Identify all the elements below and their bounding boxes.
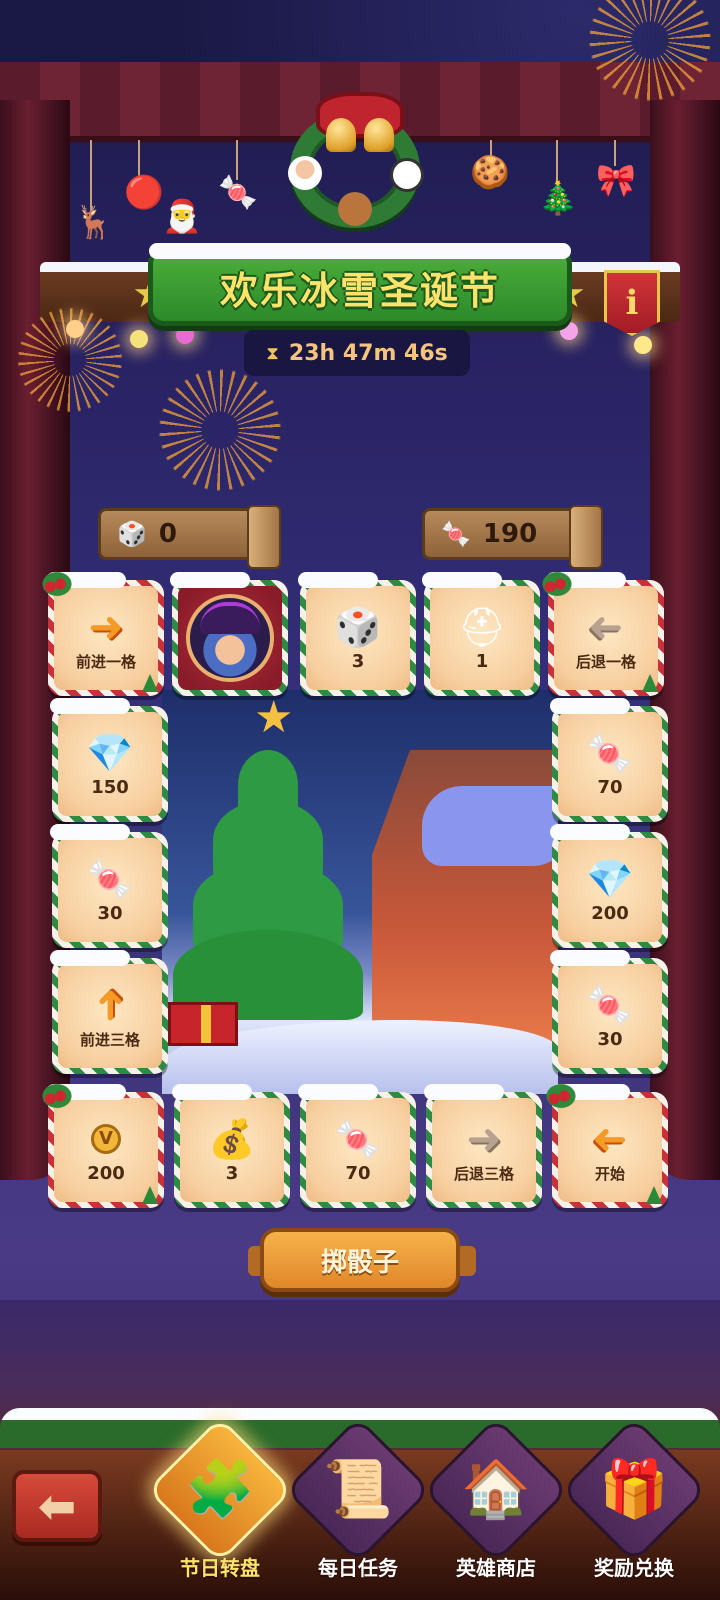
board-tile-player bbox=[170, 572, 288, 696]
candy-cane-icon: 🍬 bbox=[441, 520, 471, 548]
tile-label: 150 bbox=[91, 776, 129, 798]
event-title: 欢乐冰雪圣诞节 bbox=[219, 268, 500, 313]
candy-cane-ornament-icon: 🍬 bbox=[218, 173, 258, 211]
board-tile: ⛑ 1 bbox=[422, 572, 540, 696]
board-tile: 🍬 70 bbox=[550, 698, 668, 822]
holly-icon bbox=[40, 1082, 74, 1110]
gift-box-icon: 🎁 bbox=[560, 1416, 708, 1564]
tile-label: 后退三格 bbox=[453, 1164, 514, 1183]
tile-label: 200 bbox=[591, 902, 629, 924]
tile-label: 3 bbox=[225, 1162, 239, 1184]
tile-label: 开始 bbox=[594, 1164, 625, 1183]
board-tile: 💎 200 bbox=[550, 824, 668, 948]
tree-ornament-icon: 🎄 bbox=[538, 179, 578, 217]
info-icon: i bbox=[625, 283, 639, 323]
reindeer-face-icon bbox=[338, 192, 372, 226]
nav-daily-quests[interactable]: 📜 每日任务 bbox=[284, 1416, 432, 1588]
bell-icon bbox=[326, 118, 356, 152]
tile-label: 70 bbox=[345, 1162, 371, 1184]
mini-tree-icon bbox=[142, 1186, 158, 1204]
back-button[interactable]: ⬅ bbox=[12, 1470, 102, 1542]
candy-cane-icon: 🍬 bbox=[86, 856, 134, 901]
tile-label: 30 bbox=[97, 902, 123, 924]
dice-count: 0 bbox=[158, 519, 177, 549]
board-tile: 🍬 30 bbox=[550, 950, 668, 1074]
candy-count: 190 bbox=[482, 519, 538, 549]
bell-icon bbox=[364, 118, 394, 152]
event-title-banner: 欢乐冰雪圣诞节 bbox=[148, 243, 572, 326]
tile-label: 前进三格 bbox=[79, 1030, 140, 1049]
mini-tree-icon bbox=[642, 674, 658, 692]
event-timer: ⧗ 23h 47m 46s bbox=[244, 330, 470, 376]
hourglass-icon: ⧗ bbox=[266, 342, 279, 364]
board-tile: 💎 150 bbox=[50, 698, 168, 822]
tile-label: 前进一格 bbox=[75, 652, 136, 671]
mini-tree-icon bbox=[646, 1186, 662, 1204]
snowman-face-icon bbox=[390, 158, 424, 192]
board-tile: ➜ 前进三格 bbox=[50, 950, 168, 1074]
board-scene: ★ bbox=[162, 690, 558, 1094]
candy-counter: 🍬 190 bbox=[422, 505, 603, 569]
arrow-up-icon: ➜ bbox=[84, 986, 134, 1023]
holly-icon bbox=[540, 570, 574, 598]
holly-icon bbox=[40, 570, 74, 598]
tree-star-icon: ★ bbox=[254, 692, 294, 743]
mini-tree-icon bbox=[142, 674, 158, 692]
board-tile: 🍬 70 bbox=[298, 1084, 416, 1208]
witch-hat-icon bbox=[200, 602, 260, 634]
ball-ornament-icon: 🔴 bbox=[124, 173, 164, 211]
board-tile: ➜ 后退三格 bbox=[424, 1084, 542, 1208]
candy-cane-icon: 🍬 bbox=[586, 982, 634, 1027]
tile-label: 3 bbox=[351, 650, 365, 672]
back-arrow-icon: ⬅ bbox=[37, 1479, 77, 1533]
board-tile: 🎲 3 bbox=[298, 572, 416, 696]
board-tile: ➜ 前进一格 bbox=[40, 570, 164, 696]
timer-text: 23h 47m 46s bbox=[288, 340, 448, 366]
roll-dice-button[interactable]: 掷骰子 bbox=[248, 1228, 476, 1292]
shop-house-icon: 🏠 bbox=[422, 1416, 570, 1564]
tile-label: 30 bbox=[597, 1028, 623, 1050]
santa-ornament-icon: 🎅 bbox=[162, 197, 202, 235]
board-tile: ➜ 后退一格 bbox=[540, 570, 664, 696]
player-avatar bbox=[186, 594, 274, 682]
holly-icon bbox=[544, 1082, 578, 1110]
diamond-icon: 💎 bbox=[86, 730, 134, 775]
nav-hero-shop[interactable]: 🏠 英雄商店 bbox=[422, 1416, 570, 1588]
dice-icon: 🎲 bbox=[334, 604, 382, 649]
scroll-quest-icon: 📜 bbox=[284, 1416, 432, 1564]
board-tile: 💰 3 bbox=[172, 1084, 290, 1208]
gingerbread-ornament-icon: 🍪 bbox=[470, 153, 510, 191]
arrow-right-icon: ➜ bbox=[466, 1113, 502, 1163]
tile-label: 后退一格 bbox=[575, 652, 636, 671]
arrow-left-icon: ➜ bbox=[592, 1113, 628, 1163]
board-tile: V 200 bbox=[40, 1082, 164, 1208]
diamond-icon: 💎 bbox=[586, 856, 634, 901]
arrow-left-icon: ➜ bbox=[588, 601, 624, 651]
christmas-tree: ★ bbox=[168, 690, 368, 1030]
vip-coin-icon: V bbox=[91, 1117, 121, 1161]
dice-counter: 🎲 0 bbox=[98, 505, 281, 569]
board-tile: 🍬 30 bbox=[50, 824, 168, 948]
firework-icon bbox=[150, 360, 290, 500]
dice-icon: 🎲 bbox=[117, 520, 147, 548]
board-game-icon: 🧩 bbox=[146, 1416, 294, 1564]
bow-ornament-icon: 🎀 bbox=[596, 161, 636, 199]
reindeer-ornament-icon: 🦌 bbox=[74, 203, 114, 241]
santa-face-icon bbox=[288, 156, 322, 190]
roof-snow bbox=[422, 786, 558, 866]
golden-helmet-icon: ⛑ bbox=[457, 604, 507, 649]
tile-label: 200 bbox=[87, 1162, 125, 1184]
candy-cane-icon: 🍬 bbox=[586, 730, 634, 775]
board-tile-start: ➜ 开始 bbox=[544, 1082, 668, 1208]
roll-dice-label: 掷骰子 bbox=[320, 1247, 399, 1278]
loot-bag-icon: 💰 bbox=[208, 1116, 256, 1161]
gift-icon bbox=[168, 1002, 238, 1046]
arrow-right-icon: ➜ bbox=[88, 601, 124, 651]
tile-label: 70 bbox=[597, 776, 623, 798]
nav-reward-exchange[interactable]: 🎁 奖励兑换 bbox=[560, 1416, 708, 1588]
candy-cane-icon: 🍬 bbox=[334, 1116, 382, 1161]
tile-label: 1 bbox=[475, 650, 489, 672]
nav-festival-board[interactable]: 🧩 节日转盘 bbox=[146, 1416, 294, 1588]
